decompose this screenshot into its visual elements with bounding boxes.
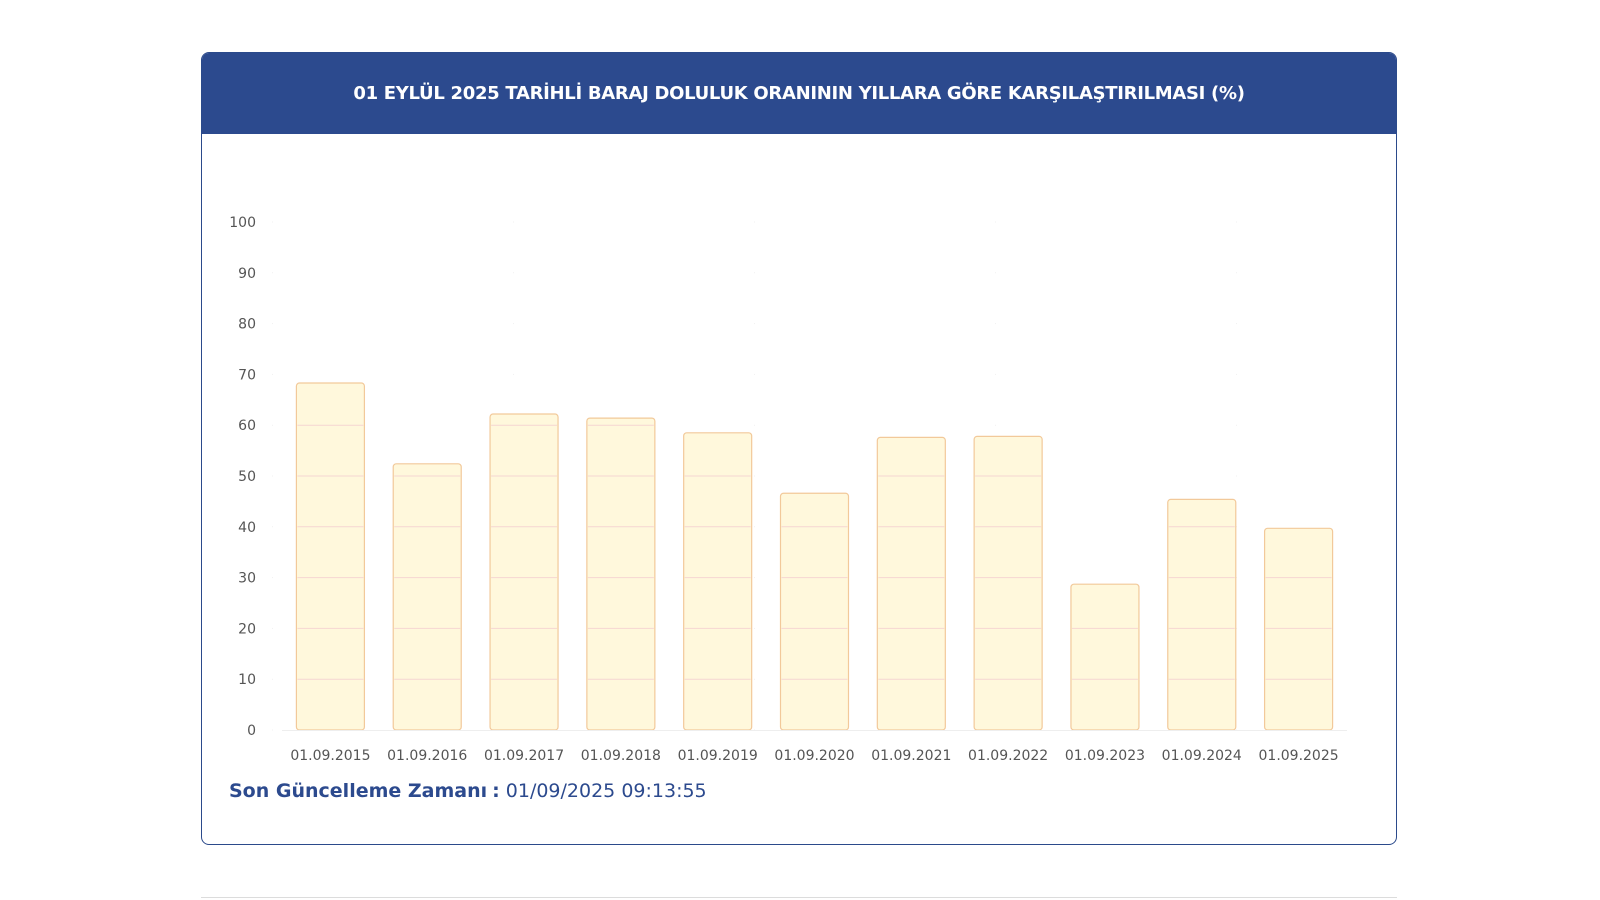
bar-rect[interactable] bbox=[295, 382, 366, 731]
x-tick-label: 01.09.2018 bbox=[581, 748, 661, 764]
bar-rect[interactable] bbox=[1263, 527, 1334, 731]
y-tick-label: 90 bbox=[238, 266, 256, 282]
last-update: Son Güncelleme Zamanı : 01/09/2025 09:13… bbox=[229, 780, 707, 802]
last-update-separator: : bbox=[492, 780, 500, 802]
y-tick-label: 100 bbox=[229, 215, 256, 231]
bar-rect[interactable] bbox=[1070, 583, 1140, 731]
bar[interactable] bbox=[1263, 527, 1334, 731]
last-update-value: 01/09/2025 09:13:55 bbox=[505, 780, 707, 802]
bar[interactable] bbox=[489, 413, 559, 731]
card-header: 01 EYLÜL 2025 TARİHLİ BARAJ DOLULUK ORAN… bbox=[202, 53, 1396, 134]
bar-rect[interactable] bbox=[586, 417, 656, 731]
bar-rect[interactable] bbox=[973, 435, 1043, 731]
x-tick-label: 01.09.2022 bbox=[968, 748, 1048, 764]
bar-rect[interactable] bbox=[392, 463, 462, 731]
bar[interactable] bbox=[779, 492, 850, 731]
bar[interactable] bbox=[586, 417, 656, 731]
x-tick-label: 01.09.2025 bbox=[1259, 748, 1339, 764]
x-tick-label: 01.09.2016 bbox=[387, 748, 467, 764]
bar[interactable] bbox=[973, 435, 1043, 731]
bar[interactable] bbox=[392, 463, 462, 731]
bar-rect[interactable] bbox=[1167, 498, 1237, 731]
y-tick-label: 30 bbox=[238, 571, 256, 587]
x-tick-label: 01.09.2024 bbox=[1162, 748, 1242, 764]
chart-area: 0 10 20 30 40 50 60 70 80 90 100 01.09.2015 01.09.20… bbox=[202, 134, 1396, 774]
y-tick-label: 60 bbox=[238, 418, 256, 434]
bar-rect[interactable] bbox=[489, 413, 559, 731]
y-tick-label: 10 bbox=[238, 672, 256, 688]
bar-rect[interactable] bbox=[683, 432, 753, 731]
bar-rect[interactable] bbox=[779, 492, 850, 731]
bar-rect[interactable] bbox=[876, 436, 946, 731]
bar[interactable] bbox=[876, 436, 946, 731]
y-tick-label: 0 bbox=[247, 723, 256, 739]
bar-chart: 0 10 20 30 40 50 60 70 80 90 100 01.09.2015 01.09.20… bbox=[229, 215, 1347, 764]
x-tick-label: 01.09.2019 bbox=[678, 748, 758, 764]
y-tick-label: 40 bbox=[238, 520, 256, 536]
bar[interactable] bbox=[1070, 583, 1140, 731]
x-tick-label: 01.09.2023 bbox=[1065, 748, 1145, 764]
last-update-label: Son Güncelleme Zamanı bbox=[229, 780, 488, 802]
y-tick-label: 50 bbox=[238, 469, 256, 485]
chart-card: 01 EYLÜL 2025 TARİHLİ BARAJ DOLULUK ORAN… bbox=[201, 52, 1397, 845]
chart-title: 01 EYLÜL 2025 TARİHLİ BARAJ DOLULUK ORAN… bbox=[353, 83, 1245, 104]
bar[interactable] bbox=[295, 382, 366, 731]
x-tick-label: 01.09.2020 bbox=[774, 748, 854, 764]
section-divider bbox=[201, 897, 1397, 898]
x-tick-label: 01.09.2021 bbox=[871, 748, 951, 764]
x-tick-label: 01.09.2015 bbox=[290, 748, 370, 764]
y-tick-label: 70 bbox=[238, 367, 256, 383]
bar[interactable] bbox=[683, 432, 753, 731]
y-tick-label: 80 bbox=[238, 317, 256, 333]
x-tick-label: 01.09.2017 bbox=[484, 748, 564, 764]
bar[interactable] bbox=[1167, 498, 1237, 731]
y-tick-label: 20 bbox=[238, 621, 256, 637]
